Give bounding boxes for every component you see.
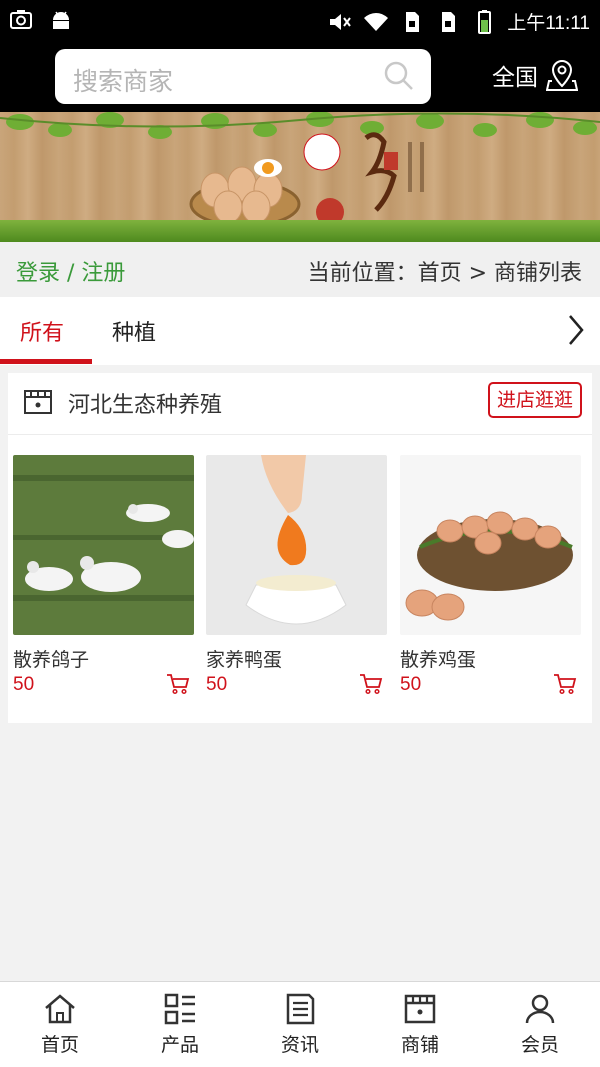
bottom-nav: 首页 产品 资讯 商铺 会员 [0,981,600,1067]
product-card[interactable]: 散养鸡蛋 50 [400,455,581,696]
tab-all[interactable]: 所有 [20,315,64,347]
product-card[interactable]: 家养鸭蛋 50 [206,455,387,696]
product-image-pigeons [13,455,194,635]
product-image-duck-egg [206,455,387,635]
nav-label: 会员 [520,1034,559,1056]
search-placeholder: 搜索商家 [73,67,174,96]
login-register-link[interactable]: 登录 / 注册 [16,255,125,287]
nav-label: 首页 [40,1034,79,1056]
shop-header[interactable]: 河北生态种养殖 进店逛逛 [8,373,592,435]
nav-label: 产品 [160,1034,199,1056]
shop-card: 河北生态种养殖 进店逛逛 散养鸽子 50 家养鸭蛋 50 散养鸡蛋 50 [8,373,592,723]
active-tab-indicator [0,359,92,364]
sim1-icon [406,11,420,32]
search-input[interactable]: 搜索商家 [55,49,431,104]
clock: 上午11:11 [507,13,590,34]
tab-planting[interactable]: 种植 [112,315,156,347]
wifi-icon [364,12,389,31]
status-bar: 上午11:11 [0,0,600,42]
product-name: 散养鸡蛋 [400,649,477,671]
location-pin-icon [546,59,578,91]
sim2-icon [442,11,456,32]
mute-icon [330,13,352,30]
region-label: 全国 [492,65,538,91]
shop-icon [24,390,52,414]
product-card[interactable]: 散养鸽子 50 [13,455,194,696]
product-name: 家养鸭蛋 [206,649,283,671]
screenshot-icon [10,10,32,29]
android-icon [53,11,69,29]
nav-label: 商铺 [400,1034,439,1056]
nav-member[interactable]: 会员 [480,982,600,1067]
cart-icon[interactable] [359,673,383,695]
nav-home[interactable]: 首页 [0,982,120,1067]
nav-shops[interactable]: 商铺 [360,982,480,1067]
shop-name: 河北生态种养殖 [68,393,223,418]
breadcrumb-bar: 登录 / 注册 当前位置：首页 > 商铺列表 [0,242,600,297]
cart-icon[interactable] [553,673,577,695]
shop-icon [404,994,436,1024]
nav-news[interactable]: 资讯 [240,982,360,1067]
search-icon[interactable] [383,60,415,92]
promo-banner[interactable] [0,112,600,242]
product-grid-icon [164,993,195,1025]
member-icon [525,994,555,1024]
visit-shop-button[interactable]: 进店逛逛 [487,382,582,418]
chevron-right-icon[interactable] [566,313,586,347]
region-selector[interactable]: 全国 [492,58,578,92]
product-image-eggs-nest [400,455,581,635]
banner-grass [0,220,600,242]
nav-label: 资讯 [280,1034,319,1056]
category-tabs: 所有 种植 [0,297,600,365]
header: 搜索商家 全国 [0,42,600,112]
cart-icon[interactable] [166,673,190,695]
battery-icon [478,9,492,34]
home-icon [45,994,75,1024]
breadcrumb: 当前位置：首页 > 商铺列表 [307,261,582,286]
nav-products[interactable]: 产品 [120,982,240,1067]
news-icon [286,993,315,1025]
product-name: 散养鸽子 [13,649,90,671]
